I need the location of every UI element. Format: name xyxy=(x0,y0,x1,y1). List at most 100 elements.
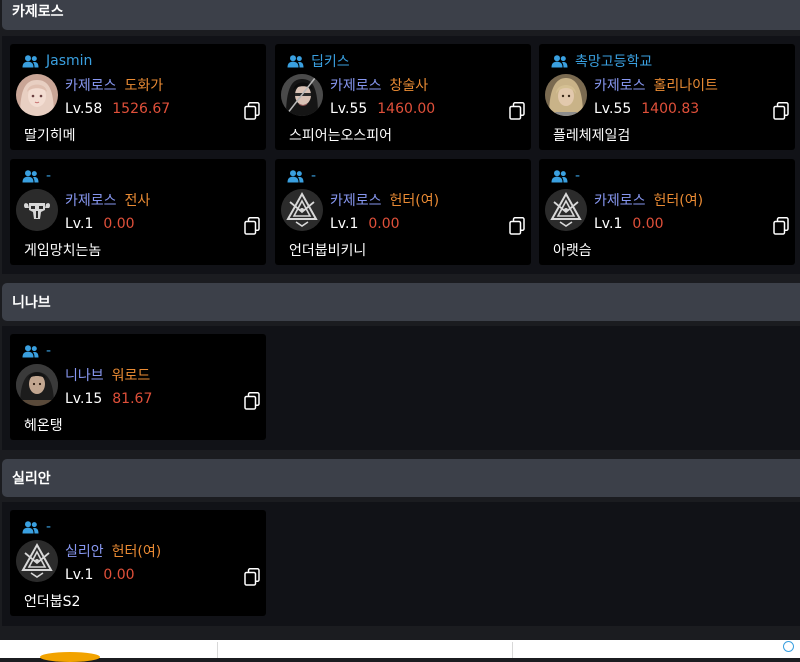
level-info: Lv.1 0.00 xyxy=(65,565,135,585)
footer-divider xyxy=(217,642,218,658)
character-name: 헤온탱 xyxy=(24,418,63,434)
server-name: 카제로스 xyxy=(594,193,646,209)
character-info: 카제로스 헌터(여) xyxy=(330,190,439,210)
guild-name[interactable]: - xyxy=(46,519,51,535)
item-level: 1526.67 xyxy=(112,101,171,117)
class-name: 도화가 xyxy=(124,78,164,94)
copy-icon[interactable] xyxy=(509,102,525,120)
guild-members-icon xyxy=(22,55,39,68)
server-name: 카제로스 xyxy=(330,78,382,94)
character-card[interactable]: - 카제로스 헌터(여) Lv.1 0.00 아랫슴 xyxy=(539,159,795,265)
guild-row: - xyxy=(287,167,316,185)
class-name: 홀리나이트 xyxy=(653,78,718,94)
character-card[interactable]: Jasmin 카제로스 도화가 Lv.58 1526.67 딸기히메 xyxy=(10,44,266,150)
character-info: 카제로스 도화가 xyxy=(65,75,163,95)
guild-members-icon xyxy=(22,170,39,183)
section-title: 실리안 xyxy=(12,471,51,487)
hunter-class-emblem xyxy=(16,540,58,582)
character-card[interactable]: - 실리안 헌터(여) Lv.1 0.00 언더붑S2 xyxy=(10,510,266,616)
copy-icon[interactable] xyxy=(244,217,260,235)
character-name: 아랫슴 xyxy=(553,243,592,259)
guild-name[interactable]: - xyxy=(46,168,51,184)
footer-divider xyxy=(512,642,513,658)
character-level: Lv.55 xyxy=(594,101,632,117)
level-info: Lv.1 0.00 xyxy=(330,214,400,234)
copy-icon[interactable] xyxy=(244,102,260,120)
class-name: 헌터(여) xyxy=(389,193,440,209)
copy-icon[interactable] xyxy=(244,392,260,410)
guild-row: - xyxy=(22,518,51,536)
character-card[interactable]: - 니나브 워로드 Lv.15 81.67 헤온탱 xyxy=(10,334,266,440)
guild-members-icon xyxy=(551,55,568,68)
item-level: 1400.83 xyxy=(641,101,700,117)
level-info: Lv.55 1400.83 xyxy=(594,99,699,119)
footer-strip xyxy=(0,640,800,662)
guild-name[interactable]: 딥키스 xyxy=(311,51,350,71)
character-level: Lv.55 xyxy=(330,101,368,117)
character-name: 게임망치는놈 xyxy=(24,243,102,259)
item-level: 0.00 xyxy=(103,567,135,583)
class-name: 헌터(여) xyxy=(653,193,704,209)
character-card[interactable]: 딥키스 카제로스 창술사 Lv.55 1460.00 스피어는오스피어 xyxy=(275,44,531,150)
level-info: Lv.55 1460.00 xyxy=(330,99,435,119)
server-name: 카제로스 xyxy=(65,78,117,94)
character-name: 딸기히메 xyxy=(24,128,76,144)
character-name: 플레체제일검 xyxy=(553,128,631,144)
character-info: 카제로스 헌터(여) xyxy=(594,190,703,210)
guild-row: - xyxy=(551,167,580,185)
character-card[interactable]: 촉망고등학교 카제로스 홀리나이트 Lv.55 1400.83 플레체제일검 xyxy=(539,44,795,150)
hunter-class-emblem xyxy=(545,189,587,231)
character-name: 언더붑비키니 xyxy=(289,243,367,259)
character-paladin-avatar xyxy=(545,74,587,116)
copy-icon[interactable] xyxy=(509,217,525,235)
section-header: 실리안 xyxy=(2,459,800,497)
guild-members-icon xyxy=(287,170,304,183)
item-level: 81.67 xyxy=(112,391,153,407)
guild-name[interactable]: 촉망고등학교 xyxy=(575,51,652,71)
character-card[interactable]: - 카제로스 헌터(여) Lv.1 0.00 언더붑비키니 xyxy=(275,159,531,265)
character-name: 언더붑S2 xyxy=(24,594,81,610)
level-info: Lv.1 0.00 xyxy=(594,214,664,234)
item-level: 1460.00 xyxy=(377,101,436,117)
character-level: Lv.1 xyxy=(65,216,94,232)
server-name: 카제로스 xyxy=(330,193,382,209)
character-level: Lv.15 xyxy=(65,391,103,407)
character-info: 니나브 워로드 xyxy=(65,365,150,385)
item-level: 0.00 xyxy=(632,216,664,232)
copy-icon[interactable] xyxy=(773,217,789,235)
guild-name[interactable]: - xyxy=(311,168,316,184)
copy-icon[interactable] xyxy=(773,102,789,120)
character-info: 카제로스 홀리나이트 xyxy=(594,75,718,95)
guild-name[interactable]: - xyxy=(46,343,51,359)
section-title: 카제로스 xyxy=(12,4,64,20)
character-female-avatar xyxy=(16,74,58,116)
item-level: 0.00 xyxy=(103,216,135,232)
character-info: 카제로스 창술사 xyxy=(330,75,428,95)
guild-name[interactable]: - xyxy=(575,168,580,184)
guild-members-icon xyxy=(22,345,39,358)
guild-members-icon xyxy=(22,521,39,534)
section-header: 카제로스 xyxy=(2,0,800,30)
footer-logo xyxy=(40,652,100,662)
guild-members-icon xyxy=(287,55,304,68)
info-icon[interactable] xyxy=(783,641,794,652)
server-name: 카제로스 xyxy=(65,193,117,209)
guild-row: - xyxy=(22,342,51,360)
item-level: 0.00 xyxy=(368,216,400,232)
guild-row: 딥키스 xyxy=(287,52,350,70)
guild-name[interactable]: Jasmin xyxy=(46,53,92,69)
class-name: 워로드 xyxy=(111,368,151,384)
server-name: 실리안 xyxy=(65,544,104,560)
guild-members-icon xyxy=(551,170,568,183)
server-name: 니나브 xyxy=(65,368,104,384)
character-info: 카제로스 전사 xyxy=(65,190,150,210)
copy-icon[interactable] xyxy=(244,568,260,586)
character-card[interactable]: - 카제로스 전사 Lv.1 0.00 게임망치는놈 xyxy=(10,159,266,265)
level-info: Lv.1 0.00 xyxy=(65,214,135,234)
warrior-class-emblem xyxy=(16,189,58,231)
guild-row: Jasmin xyxy=(22,52,92,70)
level-info: Lv.15 81.67 xyxy=(65,389,152,409)
guild-row: - xyxy=(22,167,51,185)
character-level: Lv.1 xyxy=(65,567,94,583)
hunter-class-emblem xyxy=(281,189,323,231)
